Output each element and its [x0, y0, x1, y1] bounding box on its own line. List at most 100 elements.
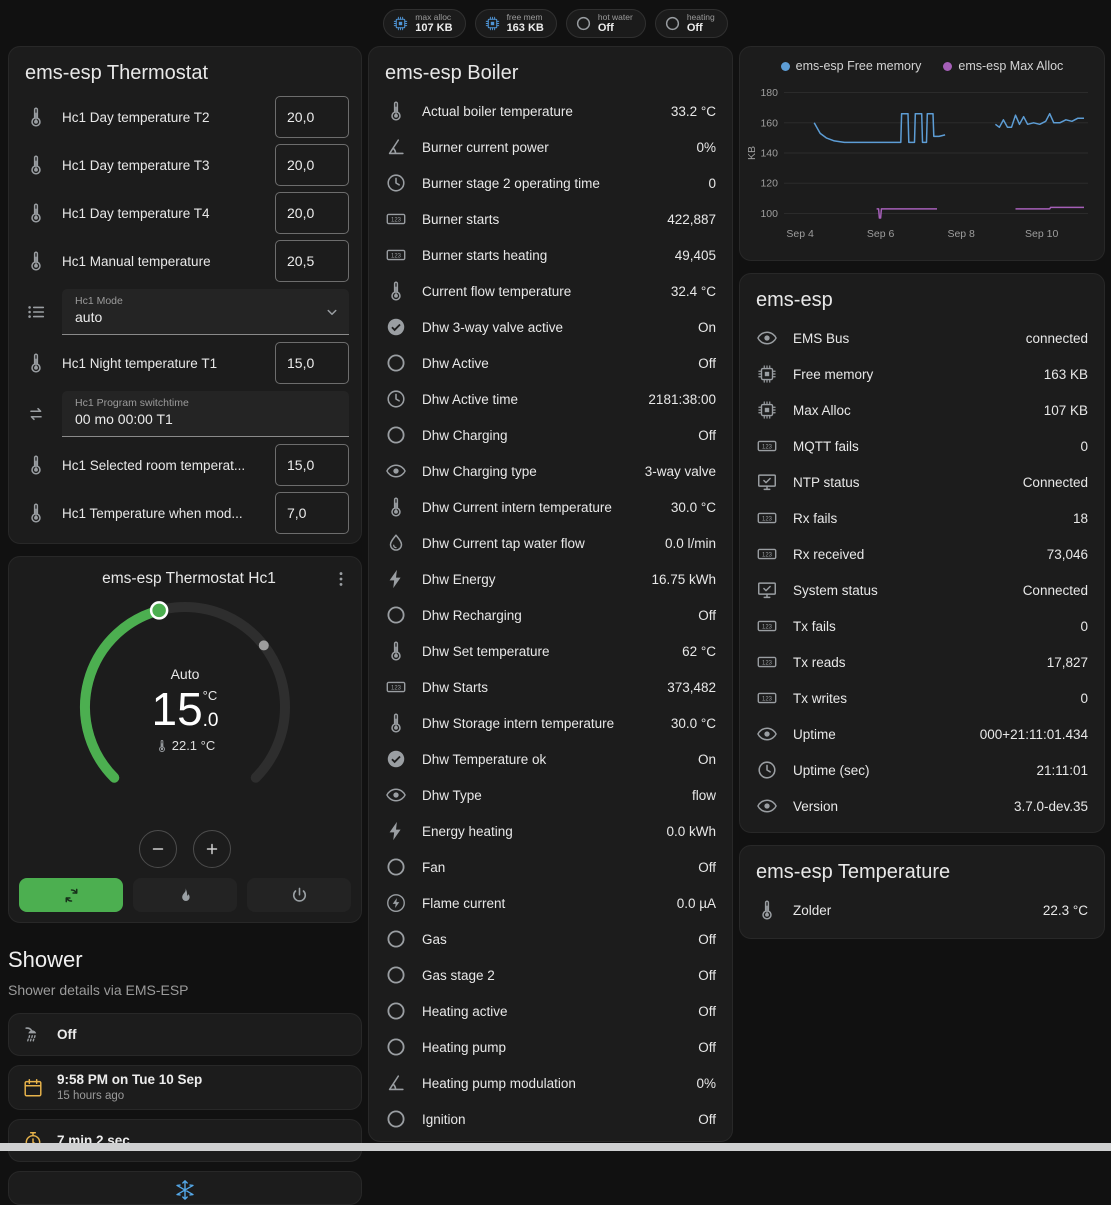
- thermostat-dial[interactable]: Auto 15 °C .0 22.1 °C: [69, 591, 301, 828]
- entity-row[interactable]: Dhw Charging type 3-way valve: [369, 453, 732, 489]
- decrease-temp-button[interactable]: [139, 830, 177, 868]
- entity-row[interactable]: 123 MQTT fails 0: [740, 428, 1104, 464]
- shower-state-card[interactable]: Off: [8, 1013, 362, 1056]
- entity-row[interactable]: Gas stage 2 Off: [369, 957, 732, 993]
- number-input[interactable]: 15,0: [275, 444, 349, 486]
- legend-item[interactable]: ems-esp Free memory: [781, 59, 922, 73]
- svg-text:Sep 10: Sep 10: [1025, 228, 1058, 240]
- status-chip[interactable]: hot water Off: [566, 9, 646, 38]
- entity-row[interactable]: 123 Rx fails 18: [740, 500, 1104, 536]
- status-chip[interactable]: max alloc 107 KB: [383, 9, 465, 38]
- entity-row[interactable]: Dhw Current intern temperature 30.0 °C: [369, 489, 732, 525]
- entity-row[interactable]: Heating active Off: [369, 993, 732, 1029]
- entity-row[interactable]: NTP status Connected: [740, 464, 1104, 500]
- circle-icon: [385, 1108, 407, 1130]
- circle-icon: [385, 928, 407, 950]
- horizontal-scrollbar[interactable]: [0, 1143, 1111, 1151]
- shower-last-time-card[interactable]: 9:58 PM on Tue 10 Sep 15 hours ago: [8, 1065, 362, 1110]
- mode-auto-button[interactable]: [19, 878, 123, 912]
- entity-row[interactable]: Version 3.7.0-dev.35: [740, 788, 1104, 824]
- entity-row[interactable]: Dhw Type flow: [369, 777, 732, 813]
- more-menu-icon[interactable]: [331, 569, 351, 589]
- entity-row[interactable]: Free memory 163 KB: [740, 356, 1104, 392]
- circle-icon: [664, 15, 681, 32]
- right-column: ems-esp Free memory ems-esp Max Alloc 10…: [739, 46, 1105, 939]
- svg-text:120: 120: [760, 178, 778, 190]
- ems-esp-card: ems-esp EMS Bus connected Free memory 16…: [739, 273, 1105, 833]
- entity-row[interactable]: Uptime 000+21:11:01.434: [740, 716, 1104, 752]
- circle-icon: [385, 964, 407, 986]
- number-input[interactable]: 20,0: [275, 144, 349, 186]
- entity-row[interactable]: Burner stage 2 operating time 0: [369, 165, 732, 201]
- cold-water-card[interactable]: [8, 1171, 362, 1205]
- entity-row[interactable]: Flame current 0.0 µA: [369, 885, 732, 921]
- shower-duration-card[interactable]: 7 min 2 sec: [8, 1119, 362, 1162]
- entity-row[interactable]: 123 Burner starts heating 49,405: [369, 237, 732, 273]
- history-chart[interactable]: 100120140160180Sep 4Sep 6Sep 8Sep 10KB: [746, 75, 1094, 253]
- entity-row[interactable]: 123 Tx writes 0: [740, 680, 1104, 716]
- entity-row[interactable]: Dhw Current tap water flow 0.0 l/min: [369, 525, 732, 561]
- thermometer-icon: [25, 202, 47, 224]
- entity-row[interactable]: Dhw Set temperature 62 °C: [369, 633, 732, 669]
- entity-row[interactable]: Energy heating 0.0 kWh: [369, 813, 732, 849]
- entity-row[interactable]: Dhw Active Off: [369, 345, 732, 381]
- entity-row[interactable]: 123 Dhw Starts 373,482: [369, 669, 732, 705]
- entity-row[interactable]: Zolder 22.3 °C: [740, 892, 1104, 928]
- mode-select[interactable]: Hc1 Mode auto: [62, 289, 349, 335]
- entity-row[interactable]: Gas Off: [369, 921, 732, 957]
- increase-temp-button[interactable]: [193, 830, 231, 868]
- entity-row[interactable]: Dhw 3-way valve active On: [369, 309, 732, 345]
- current-temp-marker: [259, 640, 269, 650]
- card-title: ems-esp Temperature: [740, 846, 1104, 892]
- mode-heat-button[interactable]: [133, 878, 237, 912]
- entity-row[interactable]: Burner current power 0%: [369, 129, 732, 165]
- temperature-entity-list: Zolder 22.3 °C: [740, 892, 1104, 938]
- svg-text:Sep 4: Sep 4: [786, 228, 814, 240]
- top-chip-bar: max alloc 107 KB free mem 163 KB hot wat…: [0, 0, 1111, 46]
- svg-text:123: 123: [762, 624, 773, 630]
- number-input[interactable]: 20,0: [275, 192, 349, 234]
- entity-row[interactable]: Dhw Temperature ok On: [369, 741, 732, 777]
- status-chip[interactable]: free mem 163 KB: [475, 9, 557, 38]
- entity-row[interactable]: EMS Bus connected: [740, 320, 1104, 356]
- entity-row[interactable]: System status Connected: [740, 572, 1104, 608]
- monitor-icon: [756, 471, 778, 493]
- mode-off-button[interactable]: [247, 878, 351, 912]
- entity-row[interactable]: Dhw Active time 2181:38:00: [369, 381, 732, 417]
- svg-text:123: 123: [762, 552, 773, 558]
- legend-item[interactable]: ems-esp Max Alloc: [943, 59, 1063, 73]
- entity-row[interactable]: Actual boiler temperature 33.2 °C: [369, 93, 732, 129]
- target-handle: [151, 602, 167, 618]
- entity-row[interactable]: Dhw Charging Off: [369, 417, 732, 453]
- entity-row[interactable]: 123 Tx reads 17,827: [740, 644, 1104, 680]
- entity-row[interactable]: Uptime (sec) 21:11:01: [740, 752, 1104, 788]
- svg-text:123: 123: [391, 253, 402, 259]
- entity-row[interactable]: 123 Rx received 73,046: [740, 536, 1104, 572]
- thermometer-icon: [385, 496, 407, 518]
- entity-row[interactable]: Ignition Off: [369, 1101, 732, 1137]
- entity-row[interactable]: Max Alloc 107 KB: [740, 392, 1104, 428]
- entity-row[interactable]: Current flow temperature 32.4 °C: [369, 273, 732, 309]
- entity-row[interactable]: 123 Burner starts 422,887: [369, 201, 732, 237]
- status-chip[interactable]: heating Off: [655, 9, 728, 38]
- entity-row[interactable]: Fan Off: [369, 849, 732, 885]
- clock-icon: [756, 759, 778, 781]
- shower-section: Shower Shower details via EMS-ESP Off 9:…: [8, 935, 362, 1205]
- entity-row[interactable]: Heating pump modulation 0%: [369, 1065, 732, 1101]
- counter-icon: 123: [385, 676, 407, 698]
- thermostat-settings-card: ems-esp Thermostat Hc1 Day temperature T…: [8, 46, 362, 544]
- number-input[interactable]: 15,0: [275, 342, 349, 384]
- angle-icon: [385, 1072, 407, 1094]
- number-entity-row: Hc1 Night temperature T1 15,0: [9, 339, 361, 387]
- number-input[interactable]: 20,5: [275, 240, 349, 282]
- ems-entity-list: EMS Bus connected Free memory 163 KB Max…: [740, 320, 1104, 832]
- program-switchtime-field[interactable]: Hc1 Program switchtime 00 mo 00:00 T1: [62, 391, 349, 437]
- counter-icon: 123: [756, 507, 778, 529]
- entity-row[interactable]: 123 Tx fails 0: [740, 608, 1104, 644]
- entity-row[interactable]: Dhw Recharging Off: [369, 597, 732, 633]
- number-input[interactable]: 7,0: [275, 492, 349, 534]
- entity-row[interactable]: Dhw Storage intern temperature 30.0 °C: [369, 705, 732, 741]
- entity-row[interactable]: Dhw Energy 16.75 kWh: [369, 561, 732, 597]
- number-input[interactable]: 20,0: [275, 96, 349, 138]
- entity-row[interactable]: Heating pump Off: [369, 1029, 732, 1065]
